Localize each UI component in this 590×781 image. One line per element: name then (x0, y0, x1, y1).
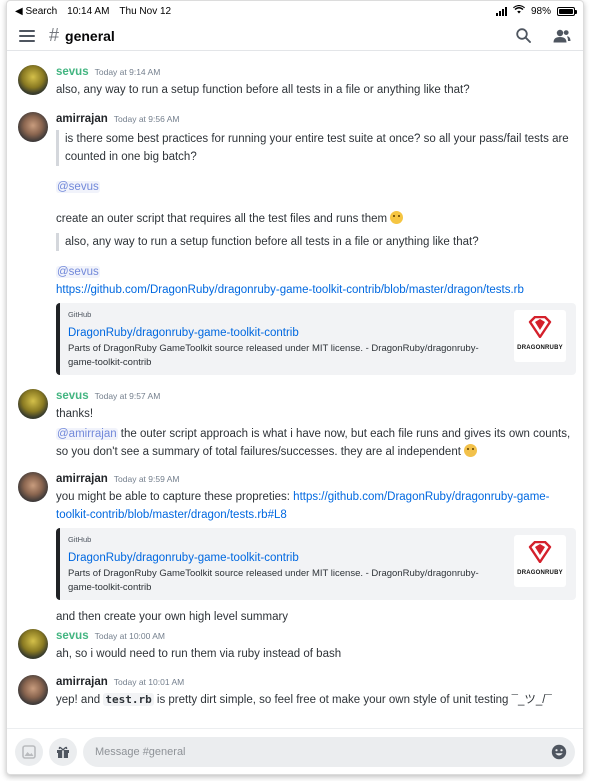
author-name[interactable]: amirrajan (56, 673, 108, 691)
embed-provider[interactable]: GitHub (68, 534, 568, 546)
block-quote: also, any way to run a setup function be… (56, 233, 583, 251)
dragonruby-logo-icon (528, 540, 552, 563)
gift-button[interactable] (49, 737, 77, 766)
message: amirrajan Today at 10:01 AM yep! and tes… (7, 673, 583, 709)
message-text: you might be able to capture these propr… (56, 491, 294, 503)
author-name[interactable]: amirrajan (56, 470, 108, 488)
channel-name: # general (49, 25, 115, 46)
message: sevus Today at 10:00 AM ah, so i would n… (7, 627, 583, 663)
avatar[interactable] (18, 629, 48, 659)
timestamp: Today at 9:14 AM (94, 67, 161, 77)
image-icon (22, 744, 36, 759)
message-link[interactable]: https://github.com/DragonRuby/dragonruby… (56, 284, 524, 296)
message-text: and then create your own high level summ… (56, 611, 289, 623)
user-mention[interactable]: @amirrajan (56, 428, 118, 440)
timestamp: Today at 10:01 AM (113, 677, 185, 687)
channel-header: # general (7, 21, 583, 51)
avatar[interactable] (18, 112, 48, 142)
user-mention[interactable]: @sevus (56, 181, 100, 193)
timestamp: Today at 10:00 AM (94, 631, 166, 641)
author-name[interactable]: sevus (56, 627, 89, 645)
gift-icon (57, 746, 69, 758)
message-text: create an outer script that requires all… (56, 213, 388, 225)
wifi-icon (512, 4, 525, 17)
message-text: thanks! (56, 408, 94, 420)
page-title: general (65, 27, 115, 44)
avatar[interactable] (18, 389, 48, 419)
embed-thumbnail[interactable]: DRAGONRUBY (514, 535, 566, 587)
link-embed: GitHub DragonRuby/dragonruby-game-toolki… (56, 303, 576, 375)
battery-percent: 98% (530, 5, 551, 17)
cellular-signal-icon (495, 6, 507, 16)
embed-thumbnail[interactable]: DRAGONRUBY (514, 310, 566, 362)
image-upload-button[interactable] (15, 737, 43, 766)
message-text: is pretty dirt simple, so feel free ot m… (153, 694, 552, 706)
message-text: yep! and (56, 694, 104, 706)
author-name[interactable]: sevus (56, 387, 89, 405)
app-window: ◀ Search 10:14 AM Thu Nov 12 98% # gener… (6, 0, 584, 775)
message-input-wrap (83, 736, 575, 767)
message-list[interactable]: sevus Today at 9:14 AM also, any way to … (7, 53, 583, 725)
hash-icon: # (49, 25, 60, 45)
timestamp: Today at 9:56 AM (113, 114, 180, 124)
block-quote: is there some best practices for running… (56, 130, 583, 166)
avatar[interactable] (18, 65, 48, 95)
message: sevus Today at 9:57 AM thanks! @amirraja… (7, 387, 583, 461)
hamburger-icon[interactable] (19, 29, 35, 42)
embed-title[interactable]: DragonRuby/dragonruby-game-toolkit-contr… (68, 324, 568, 342)
embed-brand-text: DRAGONRUBY (517, 569, 563, 576)
status-time: 10:14 AM (67, 5, 110, 17)
embed-description: Parts of DragonRuby GameToolkit source r… (68, 568, 479, 593)
status-bar: ◀ Search 10:14 AM Thu Nov 12 98% (7, 1, 583, 21)
embed-description: Parts of DragonRuby GameToolkit source r… (68, 343, 479, 368)
grimace-emoji-icon (390, 211, 404, 224)
disappointed-emoji-icon (464, 444, 478, 457)
message-text: the outer script approach is what i have… (56, 428, 571, 458)
message-text: also, any way to run a setup function be… (56, 84, 470, 96)
message: amirrajan Today at 9:56 AM is there some… (7, 110, 583, 375)
message-text: ah, so i would need to run them via ruby… (56, 648, 342, 660)
dragonruby-logo-icon (528, 315, 552, 338)
avatar[interactable] (18, 472, 48, 502)
timestamp: Today at 9:59 AM (113, 474, 180, 484)
author-name[interactable]: sevus (56, 63, 89, 81)
search-icon[interactable] (516, 28, 531, 43)
author-name[interactable]: amirrajan (56, 110, 108, 128)
message: sevus Today at 9:14 AM also, any way to … (7, 63, 583, 99)
embed-brand-text: DRAGONRUBY (517, 344, 563, 351)
battery-icon (557, 6, 577, 16)
embed-provider[interactable]: GitHub (68, 309, 568, 321)
back-to-search-link[interactable]: ◀ Search (15, 6, 57, 17)
message: amirrajan Today at 9:59 AM you might be … (7, 470, 583, 626)
user-mention[interactable]: @sevus (56, 266, 100, 278)
members-icon[interactable] (553, 29, 571, 43)
message-composer (7, 728, 583, 774)
status-date: Thu Nov 12 (119, 5, 172, 17)
avatar[interactable] (18, 675, 48, 705)
emoji-icon[interactable] (551, 744, 567, 760)
inline-code: test.rb (103, 693, 154, 706)
embed-title[interactable]: DragonRuby/dragonruby-game-toolkit-contr… (68, 549, 568, 567)
timestamp: Today at 9:57 AM (94, 391, 161, 401)
message-input[interactable] (95, 745, 551, 758)
link-embed: GitHub DragonRuby/dragonruby-game-toolki… (56, 528, 576, 600)
